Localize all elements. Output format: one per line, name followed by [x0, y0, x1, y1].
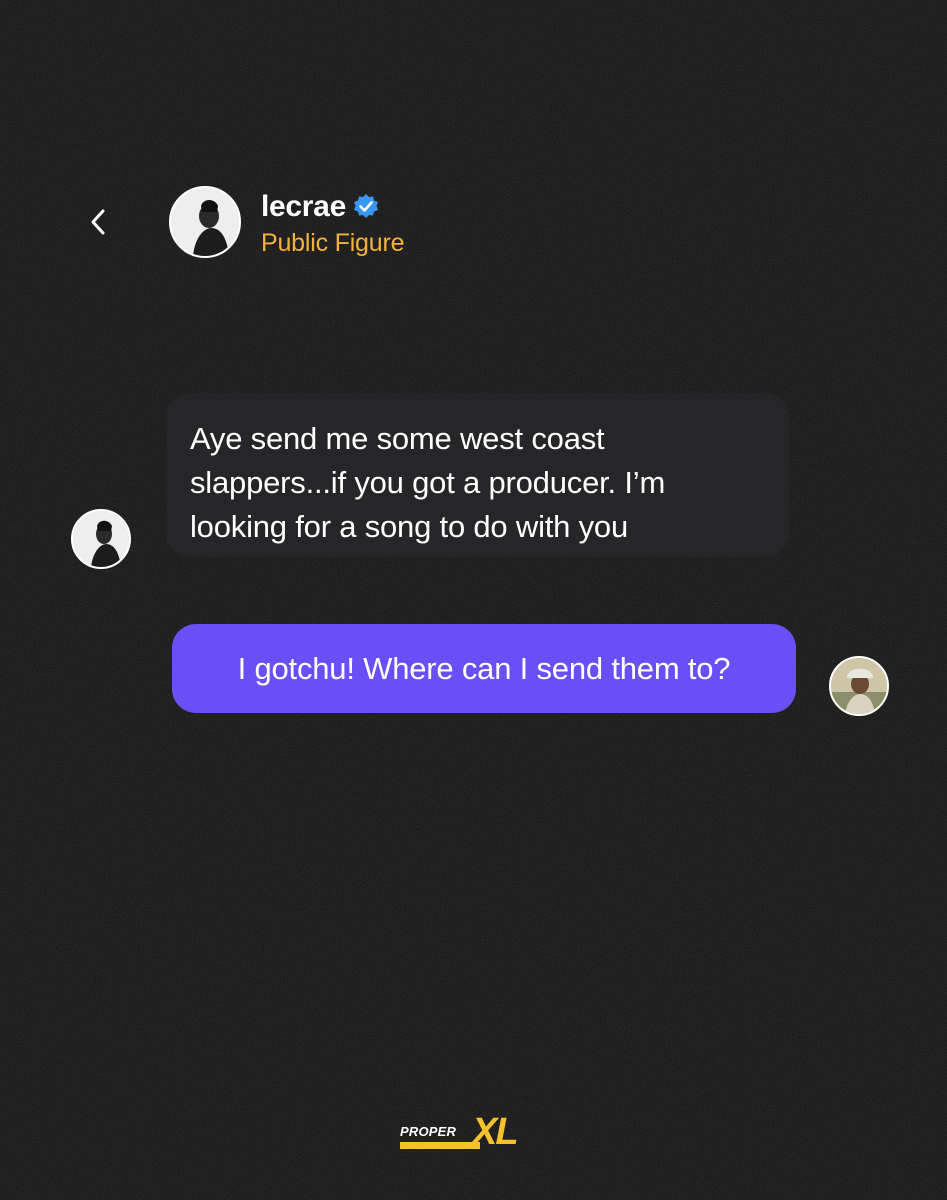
verified-badge-icon — [353, 194, 378, 218]
incoming-message-bubble[interactable]: Aye send me some west coast slappers...i… — [166, 393, 789, 557]
person-portrait-icon — [171, 188, 239, 256]
logo-text-xl: XL — [472, 1111, 519, 1153]
profile-avatar[interactable] — [169, 186, 241, 258]
proper-xl-logo: PROPER XL — [400, 1111, 550, 1157]
user-avatar[interactable] — [829, 656, 889, 716]
profile-name-row[interactable]: lecrae — [261, 190, 380, 224]
profile-category: Public Figure — [261, 229, 405, 257]
logo-text-proper: PROPER — [400, 1124, 457, 1139]
logo-underline — [400, 1142, 480, 1149]
outgoing-message-bubble[interactable]: I gotchu! Where can I send them to? — [172, 624, 796, 713]
person-portrait-icon — [73, 511, 129, 567]
message-text: I gotchu! Where can I send them to? — [237, 651, 731, 686]
person-portrait-icon — [831, 658, 887, 714]
sender-avatar[interactable] — [71, 509, 131, 569]
message-text: Aye send me some west coast slappers...i… — [190, 421, 666, 544]
dm-conversation-screen: lecrae Public Figure Aye send me some we… — [0, 0, 947, 1200]
profile-username: lecrae — [261, 190, 346, 223]
back-button[interactable] — [80, 200, 116, 244]
chevron-left-icon — [91, 209, 105, 235]
